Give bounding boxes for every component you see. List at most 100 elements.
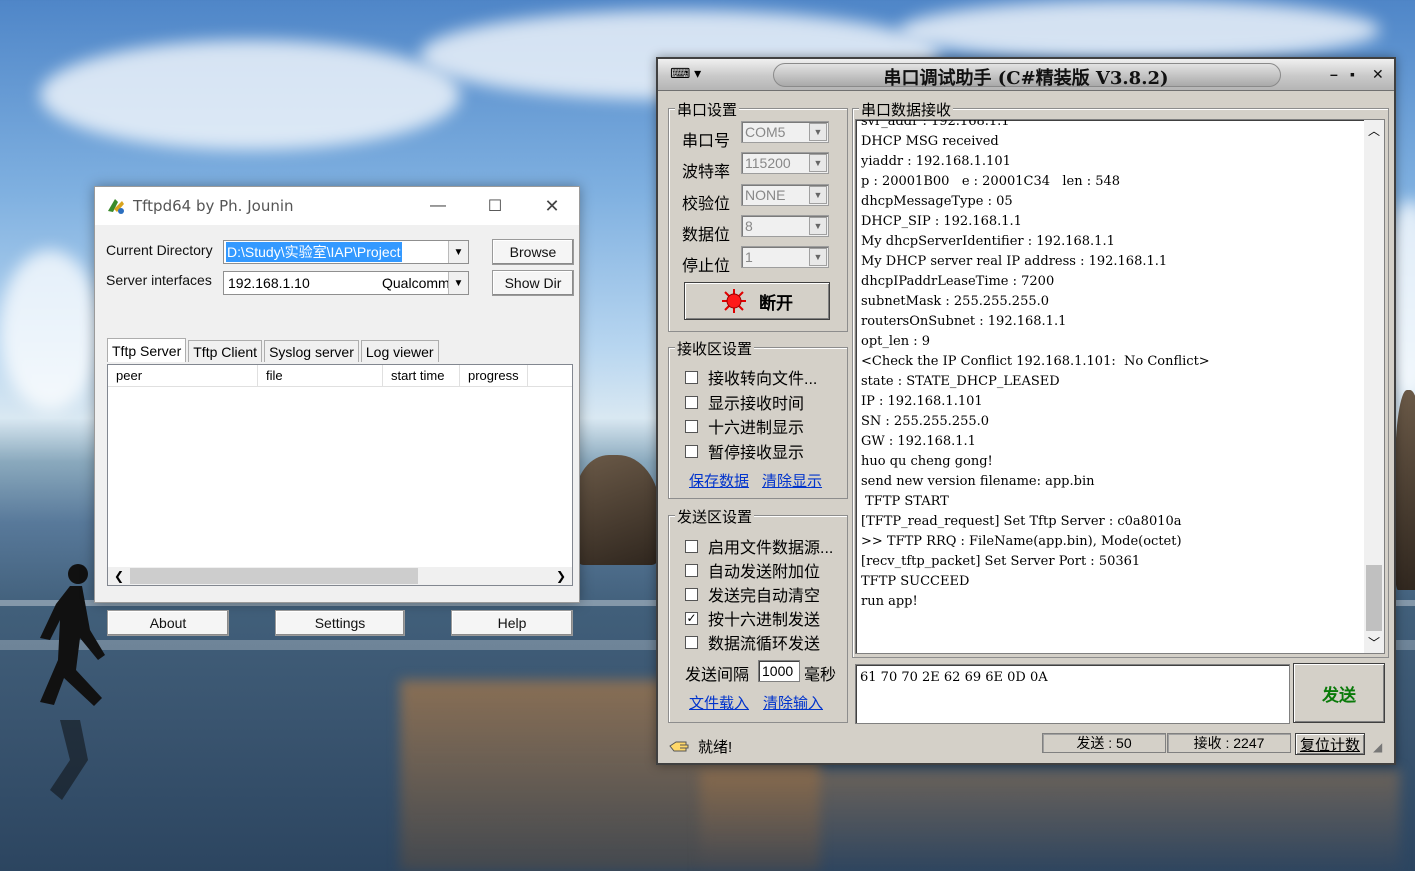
current-directory-combo[interactable]: D:\Study\实验室\IAP\Project ▼	[223, 240, 469, 264]
checkbox-icon[interactable]	[685, 444, 698, 458]
receive-log-line: subnetMask : 255.255.255.0	[861, 294, 1050, 309]
chevron-down-icon[interactable]: ▼	[448, 272, 468, 294]
checkbox-icon[interactable]	[685, 563, 698, 577]
port-label: 串口号	[682, 133, 731, 150]
receive-log-line: state : STATE_DHCP_LEASED	[861, 374, 1060, 389]
column-peer[interactable]: peer	[108, 365, 258, 386]
serial-title: 串口调试助手 (C#精装版 V3.8.2)	[883, 68, 1169, 89]
browse-button[interactable]: Browse	[492, 239, 574, 265]
sea-rock	[575, 455, 660, 565]
checkbox-icon[interactable]	[685, 419, 698, 433]
show-dir-button[interactable]: Show Dir	[492, 270, 574, 296]
loop-send-checkbox[interactable]: 数据流循环发送	[685, 630, 820, 654]
tftpd-title-bar[interactable]: Tftpd64 by Ph. Jounin — ☐ ✕	[95, 187, 579, 225]
tftpd-title: Tftpd64 by Ph. Jounin	[133, 197, 294, 215]
scroll-right-icon[interactable]: ❯	[556, 569, 566, 583]
vertical-scrollbar[interactable]: ︿ ﹀	[1364, 120, 1384, 653]
tab-tftp-client[interactable]: Tftp Client	[188, 340, 263, 362]
receive-log-line: TFTP SUCCEED	[861, 574, 970, 589]
help-button[interactable]: Help	[451, 610, 573, 636]
minimize-icon[interactable]: –	[1330, 66, 1338, 82]
chevron-down-icon[interactable]: ▼	[809, 186, 827, 204]
receive-log-line: run app!	[861, 594, 918, 609]
scrollbar-thumb[interactable]	[130, 568, 418, 584]
file-load-link[interactable]: 文件载入	[689, 692, 749, 713]
disconnect-label: 断开	[759, 293, 793, 313]
receive-log-line: yiaddr : 192.168.1.101	[861, 154, 1011, 169]
scrollbar-thumb[interactable]	[1366, 565, 1382, 631]
tab-syslog-server[interactable]: Syslog server	[264, 340, 359, 362]
send-button[interactable]: 发送	[1293, 663, 1385, 723]
port-select[interactable]: COM5 ▼	[741, 121, 829, 143]
column-progress[interactable]: progress	[460, 365, 528, 386]
hex-display-checkbox[interactable]: 十六进制显示	[685, 414, 804, 438]
hex-send-checkbox[interactable]: ✓ 按十六进制发送	[685, 606, 820, 630]
maximize-icon[interactable]: ☐	[470, 187, 520, 225]
stopbits-select[interactable]: 1 ▼	[741, 246, 829, 268]
stopbits-value: 1	[745, 249, 753, 265]
pause-display-checkbox[interactable]: 暂停接收显示	[685, 439, 804, 463]
receive-log-line: DHCP_SIP : 192.168.1.1	[861, 214, 1022, 229]
port-settings-title: 串口设置	[675, 99, 740, 120]
receive-log-line: send new version filename: app.bin	[861, 474, 1095, 489]
serial-title-bar[interactable]: ⌨ ▾ 串口调试助手 (C#精装版 V3.8.2) – ▪ ✕	[658, 59, 1394, 91]
tab-log-viewer[interactable]: Log viewer	[360, 340, 439, 362]
receive-log-line: IP : 192.168.1.101	[861, 394, 983, 409]
about-button[interactable]: About	[107, 610, 229, 636]
show-recv-time-checkbox[interactable]: 显示接收时间	[685, 390, 804, 414]
scroll-left-icon[interactable]: ❮	[114, 569, 124, 583]
checkbox-icon[interactable]	[685, 370, 698, 384]
hex-send-label: 按十六进制发送	[708, 612, 821, 629]
chevron-down-icon[interactable]: ▼	[448, 241, 468, 263]
receive-log-line: [recv_tftp_packet] Set Server Port : 503…	[861, 554, 1141, 569]
close-icon[interactable]: ✕	[1372, 66, 1384, 83]
horizontal-scrollbar[interactable]: ❮ ❯	[108, 567, 572, 585]
baud-label: 波特率	[682, 164, 731, 181]
resize-grip-icon[interactable]: ◢	[1373, 740, 1382, 754]
baud-select[interactable]: 115200 ▼	[741, 152, 829, 174]
maximize-icon[interactable]: ▪	[1350, 66, 1355, 82]
auto-append-checkbox[interactable]: 自动发送附加位	[685, 558, 820, 582]
checkbox-icon[interactable]	[685, 635, 698, 649]
pause-display-label: 暂停接收显示	[708, 445, 805, 462]
send-textarea[interactable]: 61 70 70 2E 62 69 6E 0D 0A	[855, 664, 1290, 724]
column-start-time[interactable]: start time	[383, 365, 460, 386]
receive-log-line: SN : 255.255.255.0	[861, 414, 990, 429]
tab-tftp-server[interactable]: Tftp Server	[107, 338, 187, 362]
auto-clear-checkbox[interactable]: 发送完自动清空	[685, 582, 820, 606]
receive-log-line: routersOnSubnet : 192.168.1.1	[861, 314, 1067, 329]
scroll-up-icon[interactable]: ︿	[1368, 122, 1380, 139]
scroll-down-icon[interactable]: ﹀	[1368, 634, 1380, 651]
minimize-icon[interactable]: —	[413, 187, 463, 225]
chevron-down-icon[interactable]: ▼	[809, 154, 827, 172]
checkbox-icon[interactable]	[685, 539, 698, 553]
settings-button[interactable]: Settings	[275, 610, 405, 636]
transfer-list[interactable]: peer file start time progress ❮ ❯	[107, 364, 573, 586]
checkbox-icon[interactable]	[685, 587, 698, 601]
reset-count-button[interactable]: 复位计数	[1295, 733, 1365, 755]
checkbox-checked-icon[interactable]: ✓	[685, 611, 698, 625]
receive-area-title: 串口数据接收	[859, 99, 954, 120]
clear-display-link[interactable]: 清除显示	[762, 470, 822, 491]
interval-unit: 毫秒	[804, 667, 837, 684]
checkbox-icon[interactable]	[685, 395, 698, 409]
server-interface-name: Qualcomm	[382, 275, 450, 291]
interval-input[interactable]: 1000	[758, 660, 800, 682]
chevron-down-icon[interactable]: ▼	[809, 217, 827, 235]
recv-to-file-checkbox[interactable]: 接收转向文件...	[685, 365, 817, 389]
chevron-down-icon[interactable]: ▼	[809, 248, 827, 266]
chevron-down-icon[interactable]: ▼	[809, 123, 827, 141]
databits-select[interactable]: 8 ▼	[741, 215, 829, 237]
parity-select[interactable]: NONE ▼	[741, 184, 829, 206]
receive-textarea[interactable]: svr_addr : 192.168.1.1 DHCP MSG received y…	[855, 119, 1385, 654]
show-recv-time-label: 显示接收时间	[708, 396, 805, 413]
file-source-checkbox[interactable]: 启用文件数据源...	[685, 534, 833, 558]
sunset-reflection	[700, 770, 1400, 871]
save-data-link[interactable]: 保存数据	[689, 470, 749, 491]
clear-input-link[interactable]: 清除输入	[763, 692, 823, 713]
server-interfaces-combo[interactable]: 192.168.1.10 Qualcomm ▼	[223, 271, 469, 295]
column-file[interactable]: file	[258, 365, 383, 386]
close-icon[interactable]: ✕	[527, 187, 577, 225]
sea-rock	[1395, 390, 1415, 590]
disconnect-button[interactable]: 断开	[684, 282, 830, 320]
